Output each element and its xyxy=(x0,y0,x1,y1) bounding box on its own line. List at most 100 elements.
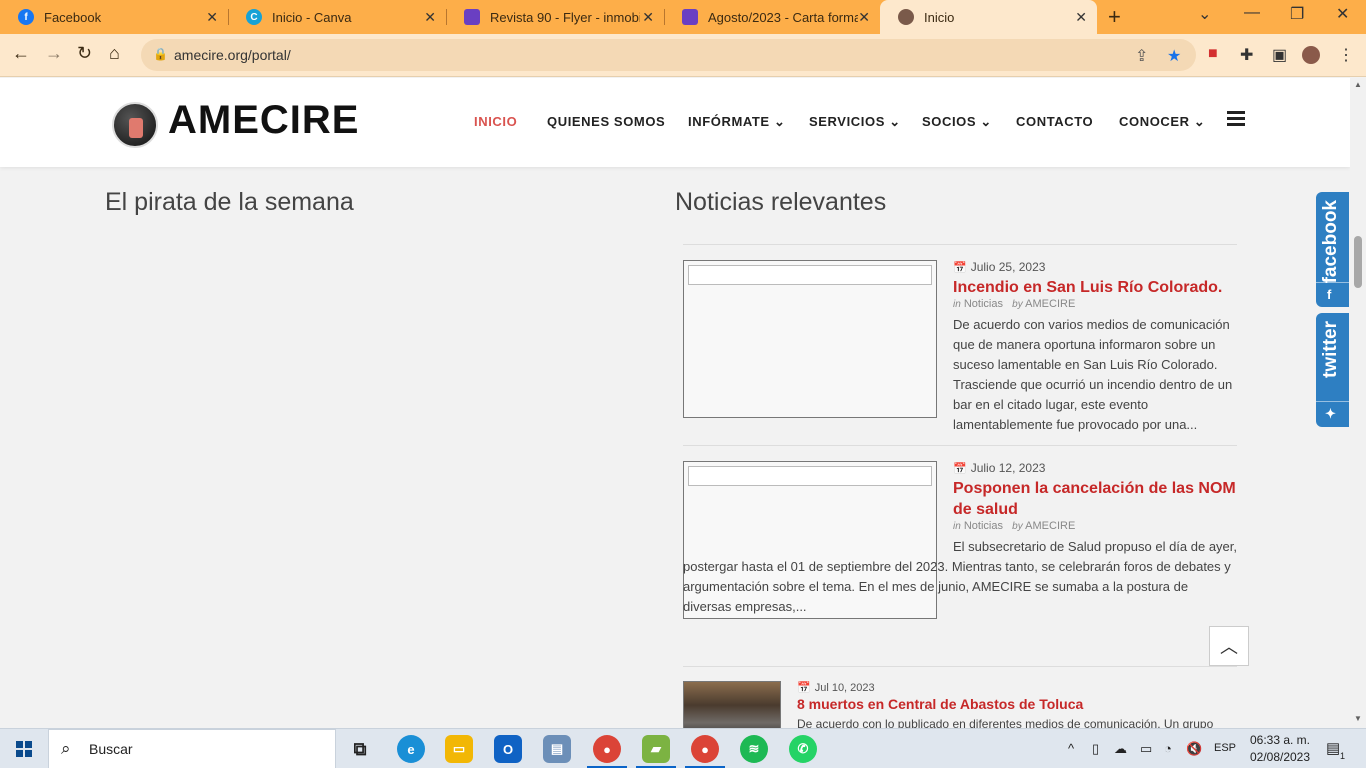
hamburger-menu-icon[interactable] xyxy=(1227,111,1245,127)
minimize-icon[interactable]: — xyxy=(1244,4,1260,22)
section-title-pirata: El pirata de la semana xyxy=(105,188,354,216)
tab-inicio[interactable]: Inicio ✕ xyxy=(880,0,1097,34)
close-tab-icon[interactable]: ✕ xyxy=(642,9,654,26)
back-arrow-icon[interactable]: ← xyxy=(12,43,30,64)
print-favicon-icon xyxy=(464,9,480,25)
news-author-link[interactable]: AMECIRE xyxy=(1025,298,1075,310)
news-meta: in Noticias by AMECIRE xyxy=(953,298,1075,310)
task-view-icon[interactable]: ⧉ xyxy=(346,735,374,763)
close-tab-icon[interactable]: ✕ xyxy=(858,9,870,26)
nav-conocer[interactable]: CONOCER ⌄ xyxy=(1119,114,1205,130)
scrollbar-thumb[interactable] xyxy=(1354,236,1362,288)
broken-image-icon xyxy=(688,466,932,486)
close-window-icon[interactable]: ✕ xyxy=(1336,4,1349,24)
battery-icon[interactable]: ▭ xyxy=(1140,741,1152,757)
tab-canva[interactable]: C Inicio - Canva ✕ xyxy=(228,0,446,34)
news-photo[interactable] xyxy=(683,681,781,728)
news-category-link[interactable]: Noticias xyxy=(964,298,1003,310)
language-indicator[interactable]: ESP xyxy=(1214,742,1236,754)
twitter-share-tab[interactable]: twitter ✦ xyxy=(1316,313,1349,427)
search-icon: ⌕ xyxy=(61,739,71,758)
divider xyxy=(683,666,1237,667)
calendar-icon: 📅 xyxy=(953,463,967,475)
site-logo[interactable]: AMECIRE xyxy=(168,98,359,143)
page-scrollbar[interactable]: ▲ ▼ xyxy=(1350,78,1366,728)
canva-favicon-icon: C xyxy=(246,9,262,25)
file-explorer-icon[interactable]: ▭ xyxy=(445,735,473,763)
chrome-profile-icon[interactable]: ● xyxy=(691,735,719,763)
nav-contacto[interactable]: CONTACTO xyxy=(1016,114,1093,129)
reload-icon[interactable]: ↻ xyxy=(77,43,92,64)
news-excerpt: De acuerdo con lo publicado en diferente… xyxy=(797,717,1214,728)
divider xyxy=(683,244,1237,245)
forward-arrow-icon[interactable]: → xyxy=(45,43,63,64)
facebook-favicon-icon: f xyxy=(18,9,34,25)
site-header: AMECIRE INICIO QUIENES SOMOS INFÓRMATE ⌄… xyxy=(0,78,1350,167)
browser-toolbar: ← → ↻ ⌂ 🔒 amecire.org/portal/ ⇪ ★ ■ ✚ ▣ … xyxy=(0,34,1366,77)
chevron-up-icon: ︿ xyxy=(1220,637,1238,657)
news-date: 📅 Jul 10, 2023 xyxy=(797,681,875,694)
news-title-link[interactable]: 8 muertos en Central de Abastos de Toluc… xyxy=(797,694,1237,715)
divider xyxy=(1316,401,1349,402)
nav-label: SERVICIOS xyxy=(809,114,885,129)
taskbar-clock[interactable]: 06:33 a. m. 02/08/2023 xyxy=(1244,732,1316,766)
show-hidden-icons-icon[interactable]: ^ xyxy=(1068,741,1074,756)
chevron-down-icon: ⌄ xyxy=(1193,114,1206,129)
edge-browser-icon[interactable]: e xyxy=(397,735,425,763)
close-tab-icon[interactable]: ✕ xyxy=(424,9,436,26)
chevron-down-icon: ⌄ xyxy=(889,114,901,129)
news-author-link[interactable]: AMECIRE xyxy=(1025,520,1075,532)
back-to-top-button[interactable]: ︿ xyxy=(1209,626,1249,666)
onedrive-cloud-icon[interactable]: ☁ xyxy=(1114,741,1127,757)
nav-quienes-somos[interactable]: QUIENES SOMOS xyxy=(547,114,665,129)
news-thumbnail[interactable] xyxy=(683,260,937,418)
profile-avatar[interactable] xyxy=(1302,46,1320,64)
extension-record-icon[interactable]: ■ xyxy=(1208,45,1218,63)
new-tab-button[interactable]: + xyxy=(1108,4,1121,30)
taskbar-search-box[interactable]: ⌕ Buscar xyxy=(48,729,336,768)
outlook-icon[interactable]: O xyxy=(494,735,522,763)
printer-app-icon[interactable]: ▤ xyxy=(543,735,571,763)
volume-muted-icon[interactable]: 🔇 xyxy=(1186,741,1202,757)
scroll-down-arrow-icon[interactable]: ▼ xyxy=(1354,714,1362,723)
bluestacks-icon[interactable]: ▰ xyxy=(642,735,670,763)
menu-dots-icon[interactable]: ⋮ xyxy=(1338,45,1354,65)
lock-icon: 🔒 xyxy=(153,47,168,61)
nav-inicio[interactable]: INICIO xyxy=(474,114,517,129)
meta-by: by xyxy=(1012,299,1023,310)
facebook-share-tab[interactable]: facebook f xyxy=(1316,192,1349,307)
close-tab-icon[interactable]: ✕ xyxy=(206,9,218,26)
side-panel-icon[interactable]: ▣ xyxy=(1272,45,1287,65)
home-icon[interactable]: ⌂ xyxy=(109,43,120,64)
section-title-noticias: Noticias relevantes xyxy=(675,188,887,216)
notification-center-icon[interactable]: ▤ xyxy=(1326,739,1340,757)
news-title-link[interactable]: Posponen la cancelación de las NOM de sa… xyxy=(953,478,1237,520)
tab-facebook[interactable]: f Facebook ✕ xyxy=(0,0,228,34)
extinguisher-logo-icon[interactable] xyxy=(112,102,158,148)
clock-date: 02/08/2023 xyxy=(1249,750,1311,764)
nav-label: CONOCER xyxy=(1119,114,1190,129)
whatsapp-icon[interactable]: ✆ xyxy=(789,735,817,763)
spotify-icon[interactable]: ≋ xyxy=(740,735,768,763)
nav-servicios[interactable]: SERVICIOS ⌄ xyxy=(809,114,901,130)
tab-revista[interactable]: Revista 90 - Flyer - inmobiliar ✕ xyxy=(446,0,664,34)
chrome-icon[interactable]: ● xyxy=(593,735,621,763)
nav-socios[interactable]: SOCIOS ⌄ xyxy=(922,114,992,130)
scroll-up-arrow-icon[interactable]: ▲ xyxy=(1354,80,1362,89)
bookmark-star-icon[interactable]: ★ xyxy=(1167,46,1181,66)
news-category-link[interactable]: Noticias xyxy=(964,520,1003,532)
news-date-text: Jul 10, 2023 xyxy=(814,682,875,694)
share-icon[interactable]: ⇪ xyxy=(1135,46,1148,66)
restore-icon[interactable]: ❐ xyxy=(1290,4,1304,24)
clock-time: 06:33 a. m. xyxy=(1249,733,1311,747)
windows-start-icon[interactable] xyxy=(16,741,32,757)
nav-informate[interactable]: INFÓRMATE ⌄ xyxy=(688,114,785,130)
news-title-link[interactable]: Incendio en San Luis Río Colorado. xyxy=(953,277,1237,298)
extensions-puzzle-icon[interactable]: ✚ xyxy=(1240,45,1253,65)
tab-agosto[interactable]: Agosto/2023 - Carta formato ✕ xyxy=(664,0,880,34)
close-tab-icon[interactable]: ✕ xyxy=(1075,9,1087,26)
wifi-icon[interactable]: ◔ xyxy=(1164,741,1172,756)
tab-search-icon[interactable]: ⌄ xyxy=(1198,4,1211,24)
address-bar[interactable]: 🔒 amecire.org/portal/ ⇪ ★ xyxy=(141,39,1196,71)
device-icon[interactable]: ▯ xyxy=(1092,741,1099,757)
